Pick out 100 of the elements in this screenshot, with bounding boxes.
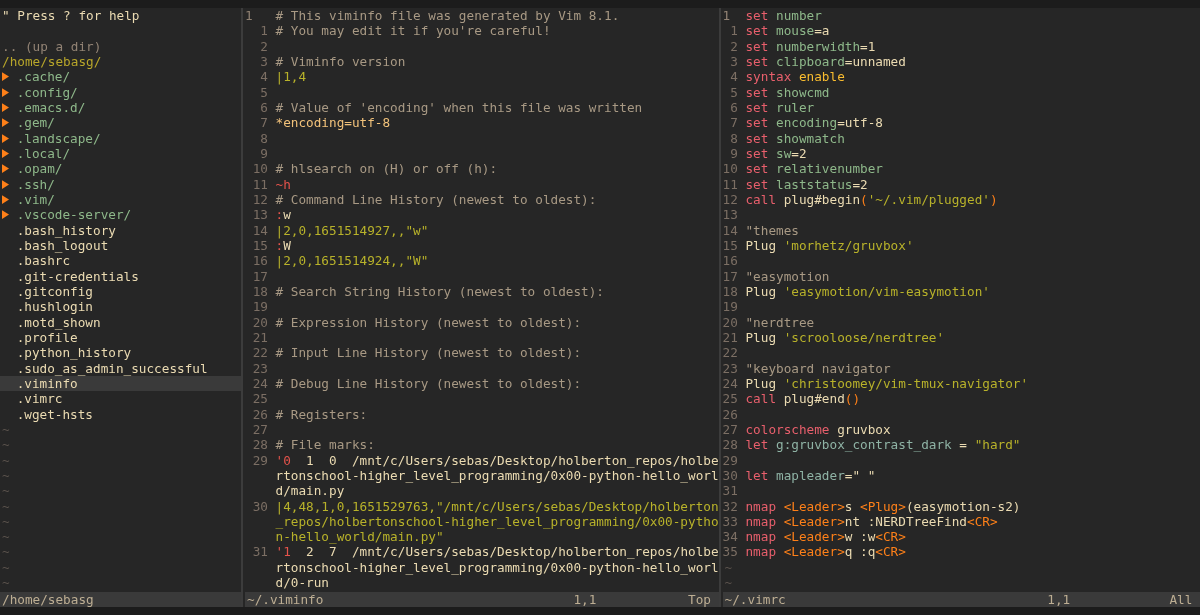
code-line: set sw=2 xyxy=(745,145,808,162)
line-number: 17 xyxy=(251,268,268,284)
folder-item[interactable]: .local/ xyxy=(0,145,241,162)
code-line: |4,48,1,0,1651529763,"/mnt/c/Users/sebas/Desktop/holberton_repos/holbertonschool-higher_level_programming/0x00-python-hello_world/main.py" xyxy=(275,498,719,545)
line-number: 3 xyxy=(259,54,268,70)
folder-item[interactable]: .opam/ xyxy=(0,161,241,177)
code-line: "nerdtree xyxy=(745,314,816,330)
folder-item[interactable]: .ssh/ xyxy=(0,176,241,192)
line-number: 22 xyxy=(722,345,738,361)
empty-line-marker: ~ xyxy=(723,559,734,576)
code-line: let mapleader=" " xyxy=(745,467,877,484)
line-number: 24 xyxy=(722,375,738,392)
line-number: 1 xyxy=(259,23,268,39)
folder-item[interactable]: .vscode-server/ xyxy=(0,207,241,223)
file-item[interactable]: .vimrc xyxy=(0,391,241,407)
code-line: # File marks: xyxy=(275,437,376,453)
cursor-position: 1,1 xyxy=(1047,591,1072,607)
code-line: # Input Line History (newest to oldest): xyxy=(275,345,583,361)
empty-line-marker: ~ xyxy=(1,513,11,530)
line-number: 24 xyxy=(251,375,268,392)
code-line: # This viminfo file was generated by Vim 8.1. xyxy=(275,8,621,24)
scroll-position: Top xyxy=(688,591,712,607)
line-number: 6 xyxy=(259,99,268,116)
file-item[interactable]: .motd_shown xyxy=(0,314,241,330)
line-number: 26 xyxy=(251,406,268,422)
line-number: 31 xyxy=(251,544,268,560)
code-line: # hlsearch on (H) or off (h): xyxy=(275,161,499,177)
code-line: Plug 'christoomey/vim-tmux-navigator' xyxy=(745,375,1030,392)
code-line: *encoding=utf-8 xyxy=(275,115,392,131)
status-path: ~/.vimrc xyxy=(724,591,787,607)
code-line: let g:gruvbox_contrast_dark = "hard" xyxy=(745,437,1022,453)
line-number: 27 xyxy=(722,421,738,438)
code-line: # Command Line History (newest to oldest): xyxy=(275,191,598,208)
code-line: # Expression History (newest to oldest): xyxy=(275,314,583,330)
line-number: 1 xyxy=(729,23,738,39)
code-line: "themes xyxy=(745,222,800,238)
file-item[interactable]: .bash_logout xyxy=(0,237,241,254)
line-number: 18 xyxy=(722,283,738,300)
line-number: 1 xyxy=(722,8,732,24)
line-number: 7 xyxy=(729,115,738,131)
scroll-position: All xyxy=(1169,591,1194,607)
line-number: 29 xyxy=(251,452,268,468)
folder-item[interactable]: .emacs.d/ xyxy=(0,99,241,116)
folder-item[interactable]: .landscape/ xyxy=(0,130,241,146)
code-line: nmap <Leader>w :w<CR> xyxy=(745,529,907,545)
line-number: 12 xyxy=(251,191,268,208)
line-number: 1 xyxy=(245,8,254,24)
folder-item[interactable]: .vim/ xyxy=(0,191,241,208)
file-item[interactable]: .bashrc xyxy=(0,253,241,269)
line-number: 4 xyxy=(259,69,268,85)
code-line: set showcmd xyxy=(745,84,831,100)
line-number: 26 xyxy=(722,406,738,422)
empty-line-marker: ~ xyxy=(1,483,11,499)
code-line: colorscheme gruvbox xyxy=(745,421,892,438)
line-number: 28 xyxy=(251,437,268,453)
code-line: |1,4 xyxy=(275,69,308,85)
file-item[interactable]: .git-credentials xyxy=(0,268,241,284)
line-number: 11 xyxy=(251,176,268,192)
code-line: set relativenumber xyxy=(745,161,884,177)
line-number: 17 xyxy=(722,268,738,284)
line-number: 29 xyxy=(722,452,738,468)
code-line: set number xyxy=(745,8,823,24)
code-line: Plug 'easymotion/vim-easymotion' xyxy=(745,283,991,300)
file-item[interactable]: .python_history xyxy=(0,345,241,361)
file-item[interactable]: .bash_history xyxy=(0,222,241,238)
line-number: 14 xyxy=(722,222,738,238)
file-item[interactable]: .profile xyxy=(0,329,241,346)
file-item[interactable]: .viminfo xyxy=(0,375,241,392)
code-line: set mouse=a xyxy=(745,23,831,39)
line-number: 13 xyxy=(251,207,268,223)
code-line: # Registers: xyxy=(275,406,369,422)
line-number: 10 xyxy=(251,161,268,177)
line-number: 28 xyxy=(722,437,738,453)
line-number: 4 xyxy=(729,69,738,85)
folder-item[interactable]: .config/ xyxy=(0,84,241,100)
code-line: nmap <Leader>nt :NERDTreeFind<CR> xyxy=(745,513,998,530)
line-number: 35 xyxy=(722,544,738,560)
code-line: set clipboard=unnamed xyxy=(745,54,907,70)
line-number: 32 xyxy=(722,498,738,514)
code-line: set laststatus=2 xyxy=(745,176,869,192)
empty-line-marker: ~ xyxy=(1,544,11,560)
line-number: 21 xyxy=(251,329,268,346)
line-number: 15 xyxy=(722,237,738,254)
file-item[interactable]: .wget-hsts xyxy=(0,406,241,422)
code-line: '1 2 7 /mnt/c/Users/sebas/Desktop/holberton_repos/holbertonschool-higher_level_programming/0x00-python-hello_world/0-run xyxy=(275,544,719,591)
up-dir-item[interactable]: .. (up a dir) xyxy=(0,38,241,54)
folder-item[interactable]: .gem/ xyxy=(0,115,241,131)
code-line: # Search String History (newest to oldest): xyxy=(275,283,605,300)
folder-item[interactable]: .cache/ xyxy=(0,69,241,85)
line-number: 5 xyxy=(729,84,738,100)
help-hint: " Press ? for help xyxy=(1,8,141,24)
file-item[interactable]: .hushlogin xyxy=(0,299,241,315)
file-item[interactable]: .gitconfig xyxy=(0,283,241,300)
line-number: 3 xyxy=(729,54,738,70)
code-line: # Viminfo version xyxy=(275,54,407,70)
empty-line-marker: ~ xyxy=(1,498,11,514)
empty-line-marker: ~ xyxy=(723,575,734,591)
code-line: call plug#begin('~/.vim/plugged') xyxy=(745,191,999,208)
code-line: '0 1 0 /mnt/c/Users/sebas/Desktop/holberton_repos/holbertonschool-higher_level_programming/0x00-python-hello_world/main.py xyxy=(275,452,719,499)
file-item[interactable]: .sudo_as_admin_successful xyxy=(0,360,241,376)
